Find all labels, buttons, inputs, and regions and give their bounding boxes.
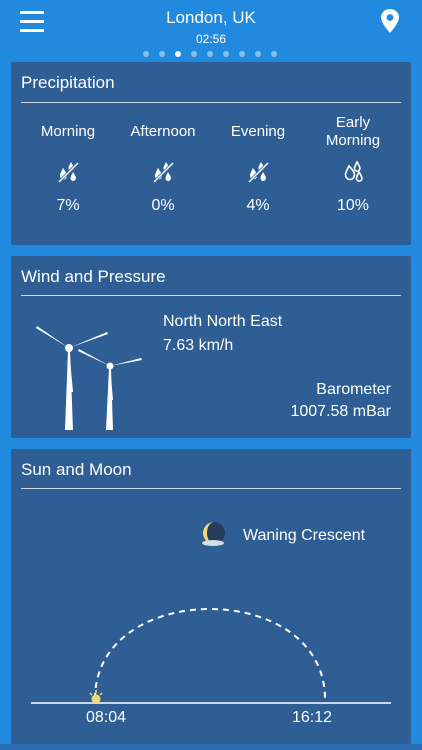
sun-position-icon (89, 690, 103, 703)
barometer-label: Barometer (316, 381, 391, 398)
rain-drops-crossed-icon (152, 161, 175, 184)
page-dot[interactable] (159, 51, 165, 57)
sun-path-arc (31, 608, 391, 704)
app-header: London, UK 02:56 (0, 0, 422, 62)
page-dot[interactable] (207, 51, 213, 57)
sun-moon-card: Sun and Moon Waning Crescent 08:04 16:12 (11, 449, 411, 744)
precip-period-label: Morning (40, 123, 96, 140)
precip-period-label: Evening (230, 123, 286, 140)
page-indicator[interactable] (0, 51, 422, 59)
precipitation-card: Precipitation Morning 7% Afternoon 0% Ev… (11, 62, 411, 245)
precip-value: 4% (246, 197, 270, 214)
page-dot[interactable] (191, 51, 197, 57)
page-dot[interactable] (255, 51, 261, 57)
precip-period-evening: Evening 4% (213, 62, 303, 245)
page-dot[interactable] (143, 51, 149, 57)
sun-moon-title: Sun and Moon (21, 460, 132, 479)
precip-period-label: Early Morning (325, 114, 381, 149)
moon-phase-label: Waning Crescent (243, 527, 366, 544)
divider (21, 295, 401, 296)
current-time: 02:56 (195, 32, 227, 46)
page-dot[interactable] (175, 51, 181, 57)
rain-drops-crossed-icon (247, 161, 270, 184)
precip-period-early-morning: Early Morning 10% (308, 62, 398, 245)
wind-pressure-card: Wind and Pressure North North East 7.63 … (11, 256, 411, 438)
wind-turbines-icon (36, 326, 142, 430)
sunrise-time: 08:04 (86, 709, 127, 726)
precip-period-morning: Morning 7% (23, 62, 113, 245)
precip-value: 10% (336, 197, 370, 214)
precip-value: 7% (56, 197, 80, 214)
divider (21, 488, 401, 489)
page-dot[interactable] (271, 51, 277, 57)
barometer-value: 1007.58 mBar (290, 403, 391, 420)
precip-period-label: Afternoon (130, 123, 196, 140)
location-pin-icon[interactable] (378, 8, 402, 34)
page-dot[interactable] (223, 51, 229, 57)
precip-period-afternoon: Afternoon 0% (118, 62, 208, 245)
wind-direction: North North East (163, 313, 283, 330)
moon-phase-icon (202, 522, 225, 546)
wind-speed: 7.63 km/h (163, 337, 234, 354)
location-title: London, UK (166, 8, 256, 27)
page-dot[interactable] (239, 51, 245, 57)
bottom-bar (0, 744, 422, 750)
precip-value: 0% (151, 197, 175, 214)
sunset-time: 16:12 (292, 709, 333, 726)
rain-drops-crossed-icon (57, 161, 80, 184)
wind-pressure-title: Wind and Pressure (21, 267, 166, 286)
rain-drops-icon (344, 160, 363, 183)
